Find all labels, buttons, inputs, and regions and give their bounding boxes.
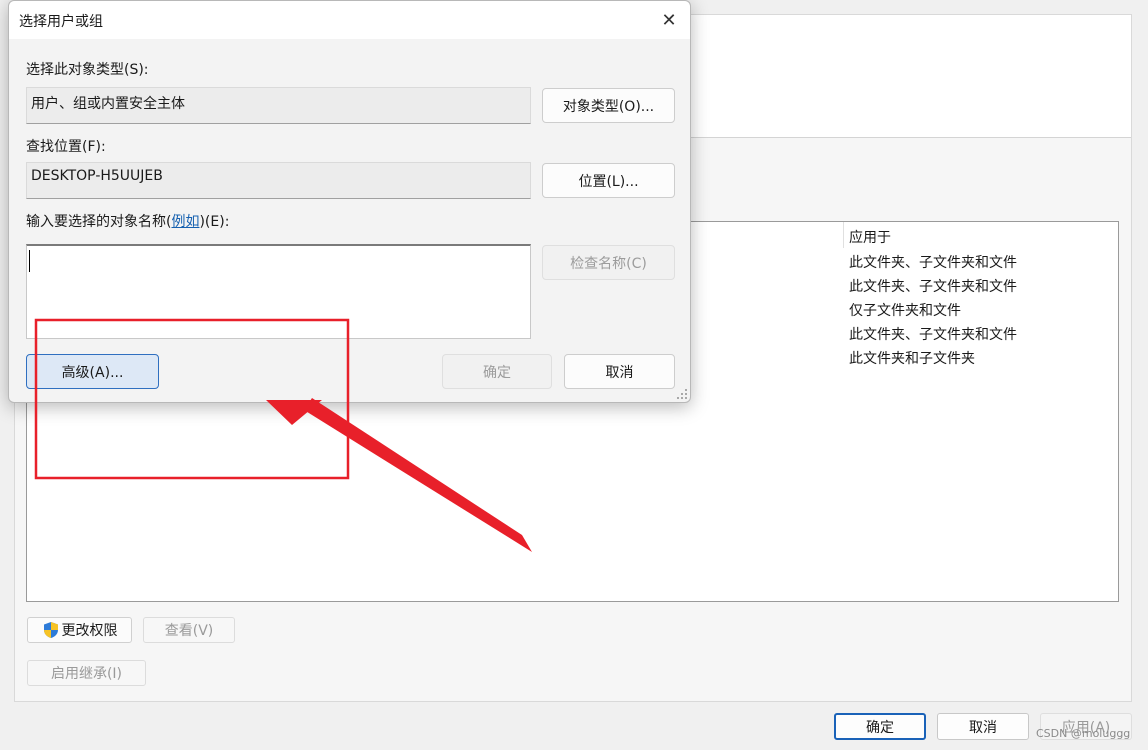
dialog-ok-button[interactable]: 确定 [442,354,552,389]
change-permissions-button[interactable]: 更改权限 [27,617,132,643]
check-names-button[interactable]: 检查名称(C) [542,245,675,280]
cancel-button[interactable]: 取消 [937,713,1029,740]
ok-button[interactable]: 确定 [834,713,926,740]
enter-names-label-prefix: 输入要选择的对象名称( [26,214,172,230]
watermark: CSDN @moluggg [1036,727,1131,740]
column-divider [843,222,844,248]
location-label: 查找位置(F): [26,139,106,155]
enter-names-label: 输入要选择的对象名称(例如)(E): [26,211,229,231]
applies-to-column-header[interactable]: 应用于 [849,227,891,247]
text-caret [29,250,30,272]
dialog-title: 选择用户或组 [19,14,103,30]
uac-shield-icon [43,622,58,638]
permission-row-applies-to[interactable]: 此文件夹、子文件夹和文件 [849,276,1017,296]
dialog-titlebar[interactable]: 选择用户或组 ✕ [9,1,690,39]
location-field: DESKTOP-H5UUJEB [26,162,531,199]
locations-button[interactable]: 位置(L)... [542,163,675,198]
permission-row-applies-to[interactable]: 此文件夹和子文件夹 [849,348,975,368]
object-type-field: 用户、组或内置安全主体 [26,87,531,124]
permission-row-applies-to[interactable]: 此文件夹、子文件夹和文件 [849,324,1017,344]
permission-row-applies-to[interactable]: 此文件夹、子文件夹和文件 [849,252,1017,272]
group-user-list-area [690,15,1131,138]
select-users-or-groups-dialog: 选择用户或组 ✕ 选择此对象类型(S): 用户、组或内置安全主体 对象类型(O)… [8,0,691,403]
dialog-cancel-button[interactable]: 取消 [564,354,675,389]
view-button[interactable]: 查看(V) [143,617,235,643]
object-type-label: 选择此对象类型(S): [26,62,149,78]
change-permissions-label: 更改权限 [61,623,118,639]
resize-grip-icon[interactable] [676,388,688,400]
object-types-button[interactable]: 对象类型(O)... [542,88,675,123]
examples-link[interactable]: 例如 [171,214,199,230]
close-icon[interactable]: ✕ [656,7,682,33]
object-names-input[interactable] [26,244,531,339]
enable-inheritance-button[interactable]: 启用继承(I) [27,660,146,686]
permission-row-applies-to[interactable]: 仅子文件夹和文件 [849,300,961,320]
enter-names-label-suffix: )(E): [199,214,230,230]
advanced-button[interactable]: 高级(A)... [26,354,159,389]
